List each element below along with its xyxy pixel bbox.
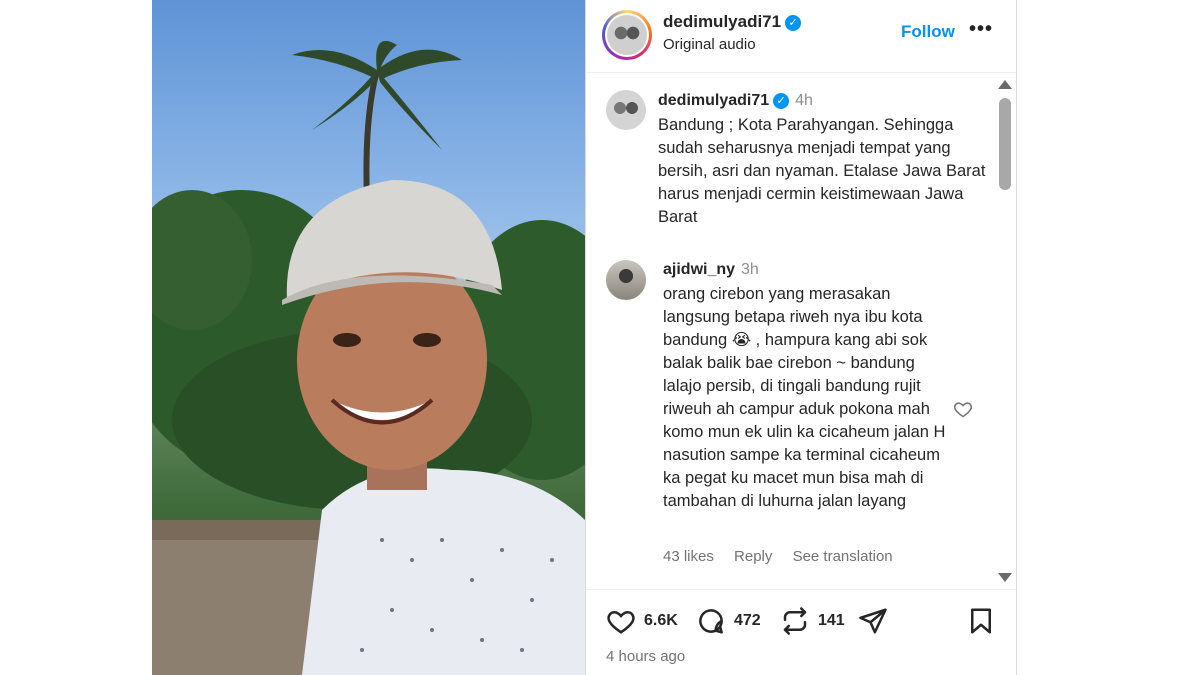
comment-username[interactable]: ajidwi_ny 3h <box>663 261 759 279</box>
share-paper-plane-icon <box>859 608 887 634</box>
share-button[interactable] <box>858 606 888 636</box>
comment-text: orang cirebon yang merasakan langsung be… <box>663 285 946 510</box>
repost-icon <box>783 607 807 635</box>
comment-time: 3h <box>741 261 759 278</box>
like-button[interactable]: 6.6K <box>606 606 678 636</box>
author-avatar[interactable] <box>602 10 652 60</box>
video-frame-illustration <box>152 40 585 675</box>
bookmark-icon <box>971 608 991 634</box>
comments-list[interactable]: dedimulyadi71 ✓ 4h Bandung ; Kota Parahyan… <box>586 74 996 589</box>
comment-avatar[interactable] <box>606 90 646 130</box>
post-header: dedimulyadi71 ✓ Original audio Follow ••• <box>586 0 1016 73</box>
repost-button[interactable]: 141 <box>780 606 845 636</box>
panel-edge <box>1016 0 1017 675</box>
comment-count: 472 <box>734 612 761 629</box>
comment-time: 4h <box>795 92 813 109</box>
comment-meta: 43 likes Reply See translation <box>663 548 909 565</box>
comment-text: Bandung ; Kota Parahyangan. Sehingga sud… <box>658 116 986 226</box>
comment-avatar[interactable] <box>606 260 646 300</box>
scrollbar-thumb[interactable] <box>999 98 1011 190</box>
heart-icon <box>607 610 635 634</box>
scroll-down-arrow-icon[interactable] <box>998 573 1012 582</box>
repost-count: 141 <box>818 612 845 629</box>
verified-badge-icon: ✓ <box>773 93 790 109</box>
post-video[interactable] <box>152 0 585 675</box>
comment-like-heart-icon[interactable] <box>953 399 973 424</box>
comment-username[interactable]: dedimulyadi71 ✓ 4h <box>658 92 813 110</box>
comment-likes-count[interactable]: 43 likes <box>663 548 714 565</box>
see-translation-link[interactable]: See translation <box>793 548 893 565</box>
audio-label[interactable]: Original audio <box>663 36 756 53</box>
action-bar: 6.6K 472 141 <box>586 600 1016 646</box>
save-button[interactable] <box>966 606 996 636</box>
author-username[interactable]: dedimulyadi71 ✓ <box>663 12 802 32</box>
more-options-button[interactable]: ••• <box>969 18 993 41</box>
actions-divider <box>586 589 1016 590</box>
verified-badge-icon: ✓ <box>785 15 802 31</box>
comment-bubble-icon <box>699 609 723 634</box>
author-username-text[interactable]: dedimulyadi71 <box>663 12 781 31</box>
follow-button[interactable]: Follow <box>901 22 955 42</box>
comment-username-text[interactable]: dedimulyadi71 <box>658 92 769 109</box>
reply-button[interactable]: Reply <box>734 548 772 565</box>
like-count: 6.6K <box>644 612 678 629</box>
posted-time[interactable]: 4 hours ago <box>606 648 685 665</box>
scroll-up-arrow-icon[interactable] <box>998 80 1012 89</box>
comment-username-text[interactable]: ajidwi_ny <box>663 261 735 278</box>
comment-button[interactable]: 472 <box>696 606 761 636</box>
